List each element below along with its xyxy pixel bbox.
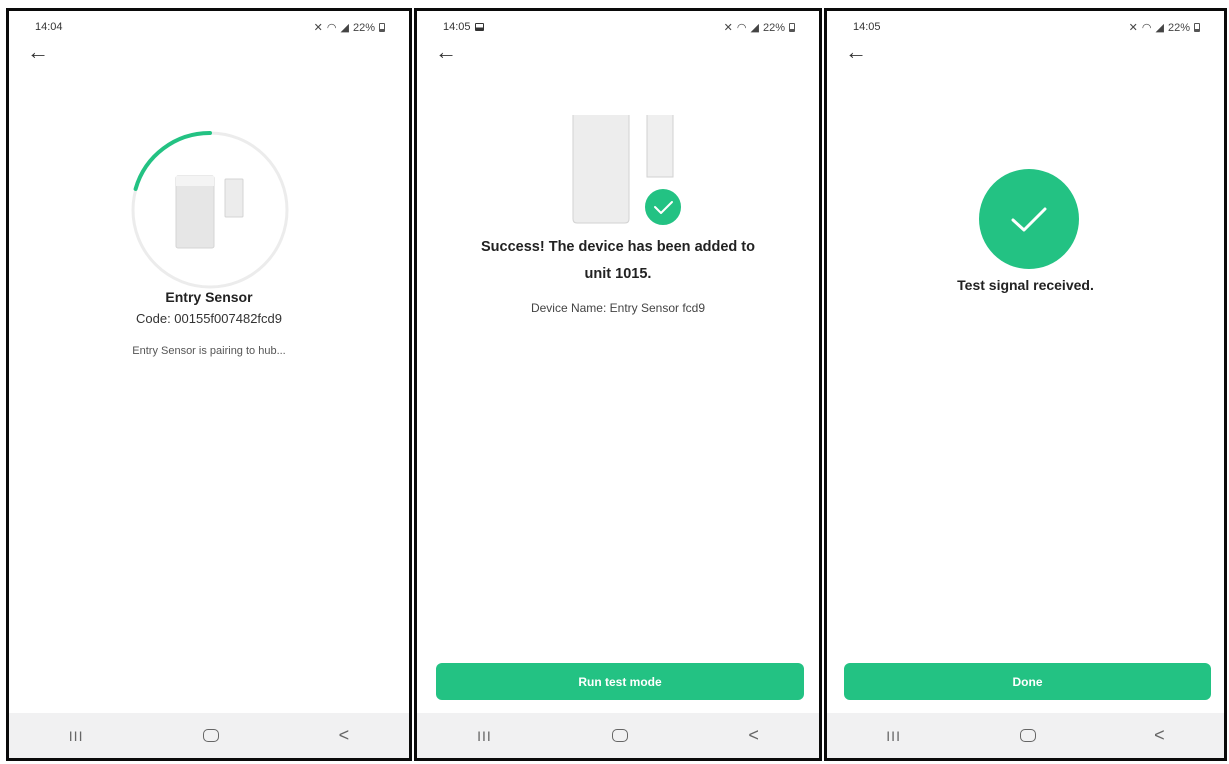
- status-time: 14:05: [853, 21, 881, 33]
- test-result-message: Test signal received.: [957, 277, 1094, 293]
- status-bar: 14:04 ✕ ◠ ◢ 22%: [9, 21, 409, 37]
- system-back-icon[interactable]: <: [339, 725, 350, 746]
- back-arrow-icon[interactable]: ←: [27, 41, 49, 63]
- battery-icon: [379, 23, 385, 32]
- status-time: 14:04: [35, 21, 63, 33]
- wifi-icon: ◠: [1141, 22, 1152, 34]
- mute-icon: ✕: [313, 22, 323, 34]
- back-arrow-icon[interactable]: ←: [435, 41, 457, 63]
- entry-sensor-added-image: [572, 115, 683, 227]
- phone-screen-test-result: 14:05 ✕ ◠ ◢ 22% ← Test signal received. …: [824, 8, 1227, 761]
- phone-screen-pairing: 14:04 ✕ ◠ ◢ 22% ← Entry Sensor Code: 001…: [6, 8, 412, 761]
- pairing-progress-ring: [131, 130, 289, 289]
- success-line-2: unit 1015.: [584, 266, 652, 282]
- home-icon[interactable]: [203, 729, 220, 742]
- home-icon[interactable]: [612, 729, 629, 742]
- mute-icon: ✕: [1128, 22, 1138, 34]
- done-button[interactable]: Done: [844, 663, 1211, 700]
- recent-apps-icon[interactable]: III: [69, 728, 84, 744]
- status-bar: 14:05 ✕ ◠ ◢ 22%: [417, 21, 819, 37]
- run-test-mode-button[interactable]: Run test mode: [436, 663, 804, 700]
- battery-level: 22%: [762, 21, 785, 34]
- recent-apps-icon[interactable]: III: [886, 728, 901, 744]
- system-back-icon[interactable]: <: [1154, 725, 1165, 746]
- signal-icon: ◢: [340, 22, 349, 34]
- battery-level: 22%: [1167, 21, 1190, 34]
- system-nav-bar: III <: [827, 713, 1224, 758]
- battery-icon: [1194, 23, 1200, 32]
- mute-icon: ✕: [723, 22, 733, 34]
- wifi-icon: ◠: [736, 22, 747, 34]
- wifi-icon: ◠: [326, 22, 337, 34]
- device-title: Entry Sensor: [165, 289, 253, 305]
- device-code: Code: 00155f007482fcd9: [135, 311, 282, 326]
- battery-level: 22%: [352, 21, 375, 34]
- system-back-icon[interactable]: <: [748, 725, 759, 746]
- system-nav-bar: III <: [9, 713, 409, 758]
- signal-icon: ◢: [1155, 22, 1164, 34]
- battery-icon: [789, 23, 795, 32]
- status-bar: 14:05 ✕ ◠ ◢ 22%: [827, 21, 1224, 37]
- home-icon[interactable]: [1019, 729, 1036, 742]
- success-message: Success! The device has been added to un…: [447, 234, 789, 288]
- phone-screen-success: 14:05 ✕ ◠ ◢ 22% ← Success! The device ha…: [414, 8, 822, 761]
- device-name: Device Name: Entry Sensor fcd9: [530, 301, 706, 315]
- system-nav-bar: III <: [417, 713, 819, 758]
- success-check-icon: [979, 169, 1079, 269]
- status-time: 14:05: [443, 21, 484, 33]
- status-icons: ✕ ◠ ◢ 22%: [1129, 21, 1200, 34]
- status-icons: ✕ ◠ ◢ 22%: [314, 21, 385, 34]
- signal-icon: ◢: [750, 22, 759, 34]
- back-arrow-icon[interactable]: ←: [845, 41, 867, 63]
- image-notification-icon: [474, 23, 484, 31]
- status-icons: ✕ ◠ ◢ 22%: [724, 21, 795, 34]
- check-badge-icon: [643, 187, 683, 227]
- recent-apps-icon[interactable]: III: [477, 728, 492, 744]
- status-time-text: 14:05: [443, 21, 471, 33]
- pairing-status: Entry Sensor is pairing to hub...: [132, 345, 286, 357]
- success-line-1: Success! The device has been added to: [481, 239, 755, 255]
